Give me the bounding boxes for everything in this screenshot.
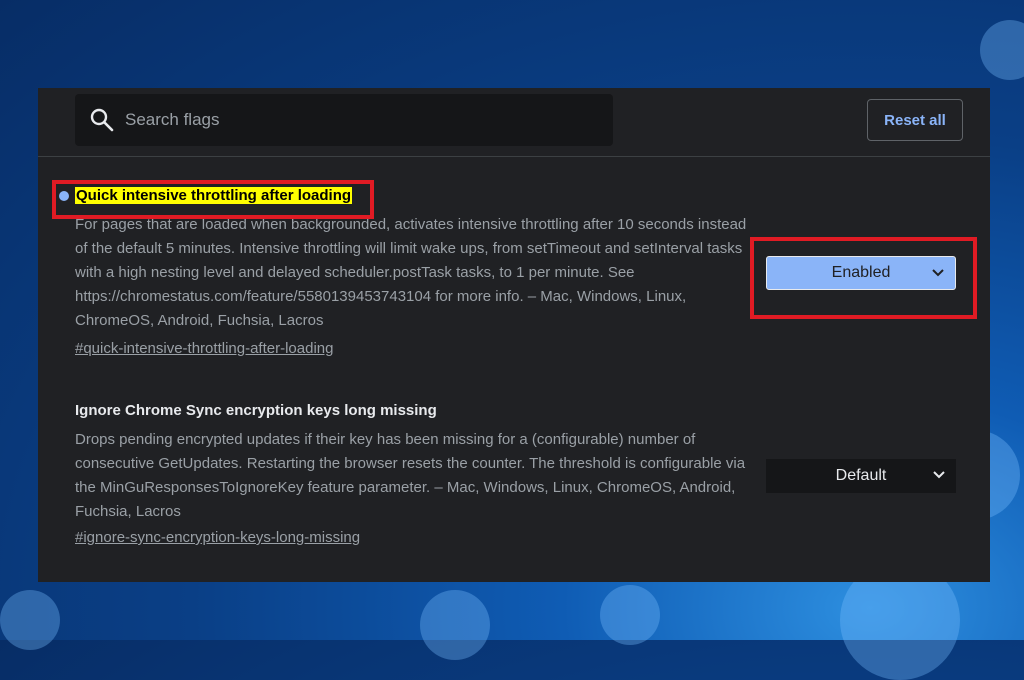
wallpaper-bokeh: [0, 590, 60, 650]
search-box[interactable]: [75, 94, 613, 146]
search-icon: [89, 107, 115, 133]
modified-dot-icon: [59, 191, 69, 201]
flag-title: Ignore Chrome Sync encryption keys long …: [75, 402, 437, 419]
flag-title-highlight: Quick intensive throttling after loading: [75, 187, 353, 204]
select-value: Enabled: [831, 264, 891, 281]
flag-description: Drops pending encrypted updates if their…: [75, 431, 746, 520]
chevron-down-icon: [932, 468, 946, 482]
chevron-down-icon: [931, 266, 945, 280]
select-value: Default: [835, 467, 887, 484]
chrome-flags-window: Reset all Quick intensive throttling aft…: [38, 88, 990, 582]
flag-title: Quick intensive throttling after loading: [75, 187, 353, 204]
wallpaper-bokeh: [420, 590, 490, 660]
flags-header: Reset all: [38, 88, 990, 157]
flag-state-select[interactable]: Enabled: [766, 256, 956, 290]
search-input[interactable]: [123, 109, 587, 131]
flag-state-select[interactable]: Default: [766, 459, 956, 493]
reset-all-button[interactable]: Reset all: [867, 99, 963, 141]
wallpaper-bokeh: [980, 20, 1024, 80]
flags-list: Quick intensive throttling after loading…: [38, 157, 990, 582]
flag-anchor-link[interactable]: #ignore-sync-encryption-keys-long-missin…: [75, 529, 360, 546]
wallpaper-bokeh: [600, 585, 660, 645]
flag-anchor-link[interactable]: #quick-intensive-throttling-after-loadin…: [75, 340, 333, 357]
flag-description: For pages that are loaded when backgroun…: [75, 216, 747, 329]
